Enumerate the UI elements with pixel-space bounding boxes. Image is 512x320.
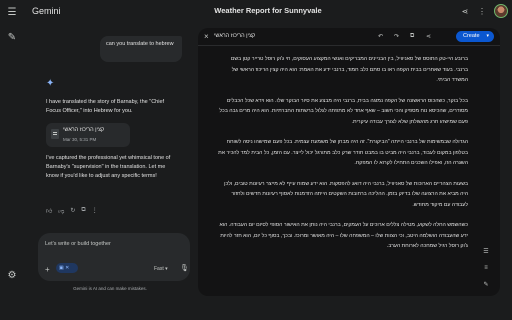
create-button[interactable]: Create ▾	[456, 31, 494, 42]
composer-input[interactable]: Let's write or build together	[45, 241, 111, 247]
create-label: Create	[463, 33, 480, 39]
copy-icon[interactable]: ⧉	[81, 207, 85, 215]
more-vert-icon[interactable]: ⋮	[92, 207, 98, 215]
document-chip[interactable]: קצין הריכוז הראשי Mar 30, 5:31 PM	[46, 123, 130, 147]
doc-paragraph: בשעות הצהריים הארוכות של סאניוויל, ברנבי…	[224, 180, 468, 208]
feedback-actions: 👍︎ 👎︎ ↻ ⧉ ⋮	[46, 207, 98, 215]
tune-icon[interactable]: ≡	[482, 265, 490, 271]
model-selector[interactable]: Fast ▾	[154, 266, 168, 272]
regenerate-icon[interactable]: ↻	[70, 207, 75, 215]
thumbs-down-icon[interactable]: 👎︎	[58, 207, 64, 215]
canvas-pane: × קצין הריכוז הראשי ↶ ↷ ⧉ ⋖ Create ▾ ברו…	[198, 28, 500, 296]
document-title: Weather Report for Sunnyvale	[214, 6, 322, 15]
doc-paragraph: בכל בוקר, כשהכוס הראשונה של הקפה נמזגה ב…	[219, 97, 468, 125]
edit-tools-icon[interactable]: ☰	[482, 248, 490, 255]
assistant-reply-intro: I have translated the story of Barnaby, …	[46, 99, 165, 114]
top-bar: Gemini Weather Report for Sunnyvale ⋖ ⋮	[24, 0, 512, 24]
canvas-title: קצין הריכוז הראשי	[214, 33, 256, 39]
chat-pane: can you translate to hebrew ✦ I have tra…	[24, 24, 196, 320]
new-chat-icon[interactable]: ✎	[6, 32, 18, 44]
add-icon[interactable]: +	[45, 265, 50, 274]
share-icon[interactable]: ⋖	[460, 7, 470, 16]
close-icon[interactable]: ✕	[65, 265, 69, 271]
gemini-spark-icon: ✦	[46, 78, 55, 89]
sparkle-edit-icon[interactable]: ✎	[482, 281, 490, 288]
copy-icon[interactable]: ⧉	[410, 33, 414, 40]
document-icon	[51, 129, 59, 139]
model-label: Fast	[154, 266, 164, 272]
redo-icon[interactable]: ↷	[394, 33, 399, 40]
more-vert-icon[interactable]: ⋮	[477, 7, 487, 16]
assistant-reply-followup: I've captured the professional yet whims…	[46, 155, 171, 179]
undo-icon[interactable]: ↶	[378, 33, 383, 40]
gemini-app: ☰ ✎ ⚙ Gemini Weather Report for Sunnyval…	[0, 0, 512, 320]
close-icon[interactable]: ×	[204, 32, 209, 41]
composer[interactable]: Let's write or build together + ▣ ✕ Fast…	[38, 233, 190, 281]
canvas-toolbar: × קצין הריכוז הראשי ↶ ↷ ⧉ ⋖ Create ▾	[198, 28, 500, 46]
chevron-down-icon[interactable]: ▾	[486, 31, 489, 42]
top-actions: ⋖ ⋮	[460, 4, 508, 18]
user-message: can you translate to hebrew	[100, 36, 182, 62]
left-rail: ☰ ✎ ⚙	[0, 0, 24, 320]
doc-paragraph: הגדולה שבמשימות של ברנבי הייתה "הביקורת"…	[218, 139, 468, 166]
doc-paragraph: כשהשמש החלה לשקוע, מטילה צללים ארוכים על…	[219, 222, 468, 249]
canvas-tool-chip[interactable]: ▣ ✕	[56, 263, 78, 273]
document-chip-title: קצין הריכוז הראשי	[63, 127, 105, 133]
gear-icon[interactable]: ⚙	[6, 270, 18, 282]
doc-paragraph: ברובע היי-טק התוסס של סאניוויל, בין הבני…	[230, 56, 468, 83]
share-icon[interactable]: ⋖	[426, 33, 431, 40]
disclaimer: Gemini is AI and can make mistakes.	[73, 286, 147, 291]
document-chip-date: Mar 30, 5:31 PM	[63, 137, 97, 142]
thumbs-up-icon[interactable]: 👍︎	[46, 207, 52, 215]
canvas-side-tools: ☰ ≡ ✎	[482, 248, 490, 288]
canvas-document[interactable]: ברובע היי-טק התוסס של סאניוויל, בין הבני…	[218, 54, 468, 262]
menu-icon[interactable]: ☰	[6, 7, 18, 19]
avatar[interactable]	[494, 4, 508, 18]
mic-icon[interactable]: 🎙︎	[180, 264, 189, 272]
